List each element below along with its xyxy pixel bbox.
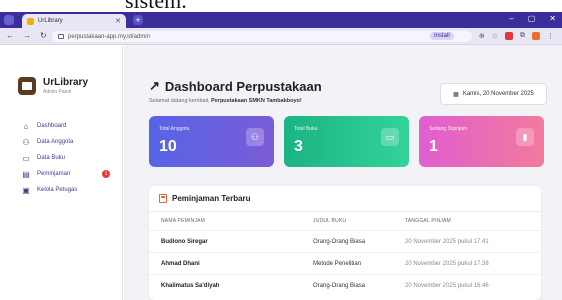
- book-title: Orang-Orang Biasa: [313, 239, 366, 245]
- close-tab-icon[interactable]: ✕: [115, 17, 121, 25]
- subtitle-school: Perpustakaan SMKN Tambakboyo!: [211, 98, 302, 104]
- extension-red-icon[interactable]: [505, 32, 513, 40]
- browser-tab[interactable]: UrLibrary ✕: [22, 14, 126, 28]
- subtitle-prefix: Selamat datang kembali,: [149, 98, 210, 104]
- sidebar-item-label: Data Anggota: [37, 139, 74, 145]
- extension-icons: ⊕ ☆ ⧉ ⋮: [479, 32, 554, 40]
- url-field[interactable]: perpustakaan-app.my.id/admin: [52, 31, 472, 42]
- users-icon: ⚇: [246, 128, 264, 146]
- sidebar-item-data-anggota[interactable]: ⚇ Data Anggota: [22, 137, 110, 147]
- book-icon: ▭: [22, 153, 30, 163]
- date-text: Kamis, 20 November 2025: [462, 91, 534, 97]
- stat-card-total-anggota[interactable]: Total Anggota 10 ⚇: [149, 116, 274, 167]
- book-title: Orang-Orang Biasa: [313, 283, 366, 289]
- caption-fragment: sistem.: [0, 0, 562, 12]
- sidebar-item-peminjaman[interactable]: ▤ Peminjaman 1: [22, 169, 110, 179]
- star-icon[interactable]: ☆: [492, 32, 498, 40]
- stat-label: Sedang Dipinjam: [429, 126, 468, 132]
- profile-icon[interactable]: [532, 32, 540, 40]
- column-header-date: TANGGAL PINJAM: [405, 218, 451, 224]
- book-title: Metode Penelitian: [313, 261, 362, 267]
- stat-card-sedang-dipinjam[interactable]: Sedang Dipinjam 1 ▮: [419, 116, 544, 167]
- close-window-icon[interactable]: ✕: [549, 14, 556, 23]
- clipboard-icon: ▤: [22, 169, 30, 179]
- main-content: ↗ Dashboard Perpustakaan Selamat datang …: [124, 45, 562, 300]
- sidebar-item-dashboard[interactable]: ⌂ Dashboard: [22, 121, 110, 131]
- forward-icon[interactable]: →: [23, 31, 31, 40]
- site-info-icon[interactable]: [58, 34, 64, 39]
- brand-subtitle: Admin Panel: [43, 89, 72, 95]
- loan-date: 20 November 2025 pukul 17.41: [405, 239, 489, 245]
- user-badge-icon: ▣: [22, 185, 30, 195]
- date-display: ▦ Kamis, 20 November 2025: [440, 83, 547, 105]
- sidebar-item-label: Data Buku: [37, 155, 66, 161]
- table-row[interactable]: Budiono Siregar Orang-Orang Biasa 20 Nov…: [149, 230, 541, 252]
- sidebar-item-data-buku[interactable]: ▭ Data Buku: [22, 153, 110, 163]
- reload-icon[interactable]: ↻: [40, 31, 47, 40]
- chart-line-icon: ↗: [149, 78, 160, 93]
- bookmark-icon: ▮: [516, 128, 534, 146]
- borrower-name: Khalimatus Sa'diyah: [161, 283, 220, 289]
- stat-value: 1: [429, 138, 438, 155]
- back-icon[interactable]: ←: [6, 31, 14, 40]
- brand-title: UrLibrary: [43, 77, 89, 88]
- stat-label: Total Buku: [294, 126, 318, 132]
- install-app-button[interactable]: Install: [430, 32, 454, 40]
- column-header-book: JUDUL BUKU: [313, 218, 347, 224]
- notification-badge: 1: [102, 170, 110, 178]
- stat-value: 3: [294, 138, 303, 155]
- book-icon: ▭: [381, 128, 399, 146]
- sidebar-item-label: Kelola Petugas: [37, 187, 78, 193]
- calendar-icon: ▦: [453, 91, 459, 98]
- nav-buttons: ← → ↻: [6, 31, 47, 40]
- stat-value: 10: [159, 138, 177, 155]
- minimize-icon[interactable]: –: [509, 14, 513, 23]
- recent-loans-panel: Peminjaman Terbaru NAMA PEMINJAM JUDUL B…: [149, 186, 541, 300]
- sidebar-nav: ⌂ Dashboard ⚇ Data Anggota ▭ Data Buku ▤…: [22, 121, 110, 195]
- stats-cards: Total Anggota 10 ⚇ Total Buku 3 ▭ Sedang…: [149, 116, 544, 167]
- browser-tab-bar: UrLibrary ✕ + – ▢ ✕: [0, 12, 562, 28]
- window-controls: – ▢ ✕: [509, 14, 556, 23]
- column-header-name: NAMA PEMINJAM: [161, 218, 205, 224]
- stat-label: Total Anggota: [159, 126, 190, 132]
- library-logo-icon: [18, 77, 36, 95]
- loan-date: 20 November 2025 pukul 16.46: [405, 283, 489, 289]
- favicon-icon: [27, 17, 34, 25]
- zoom-icon[interactable]: ⊕: [479, 32, 485, 40]
- sidebar: UrLibrary Admin Panel ⌂ Dashboard ⚇ Data…: [0, 45, 123, 300]
- caption-text: sistem.: [125, 0, 187, 12]
- tab-title: UrLibrary: [38, 18, 63, 24]
- stat-card-total-buku[interactable]: Total Buku 3 ▭: [284, 116, 409, 167]
- browser-menu-icon[interactable]: [4, 15, 14, 25]
- page-title-text: Dashboard Perpustakaan: [164, 78, 322, 94]
- extensions-icon[interactable]: ⧉: [520, 32, 525, 40]
- borrower-name: Ahmad Dhani: [161, 261, 200, 267]
- more-menu-icon[interactable]: ⋮: [547, 32, 554, 40]
- sidebar-item-kelola-petugas[interactable]: ▣ Kelola Petugas: [22, 185, 110, 195]
- clipboard-icon: [159, 194, 167, 203]
- sidebar-item-label: Peminjaman: [37, 171, 71, 177]
- users-icon: ⚇: [22, 137, 30, 147]
- address-bar: ← → ↻ perpustakaan-app.my.id/admin Insta…: [0, 28, 562, 45]
- page-subtitle: Selamat datang kembali, Perpustakaan SMK…: [149, 98, 302, 104]
- table-row[interactable]: Khalimatus Sa'diyah Orang-Orang Biasa 20…: [149, 274, 541, 296]
- panel-title-text: Peminjaman Terbaru: [172, 194, 251, 203]
- page-title: ↗ Dashboard Perpustakaan: [149, 78, 322, 94]
- divider: [149, 211, 541, 212]
- maximize-icon[interactable]: ▢: [528, 14, 536, 23]
- sidebar-item-label: Dashboard: [37, 123, 67, 129]
- loan-date: 20 November 2025 pukul 17.38: [405, 261, 489, 267]
- brand[interactable]: UrLibrary Admin Panel: [18, 77, 88, 95]
- panel-title: Peminjaman Terbaru: [159, 194, 251, 203]
- home-icon: ⌂: [23, 121, 29, 131]
- borrower-name: Budiono Siregar: [161, 239, 208, 245]
- new-tab-button[interactable]: +: [133, 15, 143, 25]
- url-text: perpustakaan-app.my.id/admin: [68, 33, 150, 40]
- table-row[interactable]: Ahmad Dhani Metode Penelitian 20 Novembe…: [149, 252, 541, 274]
